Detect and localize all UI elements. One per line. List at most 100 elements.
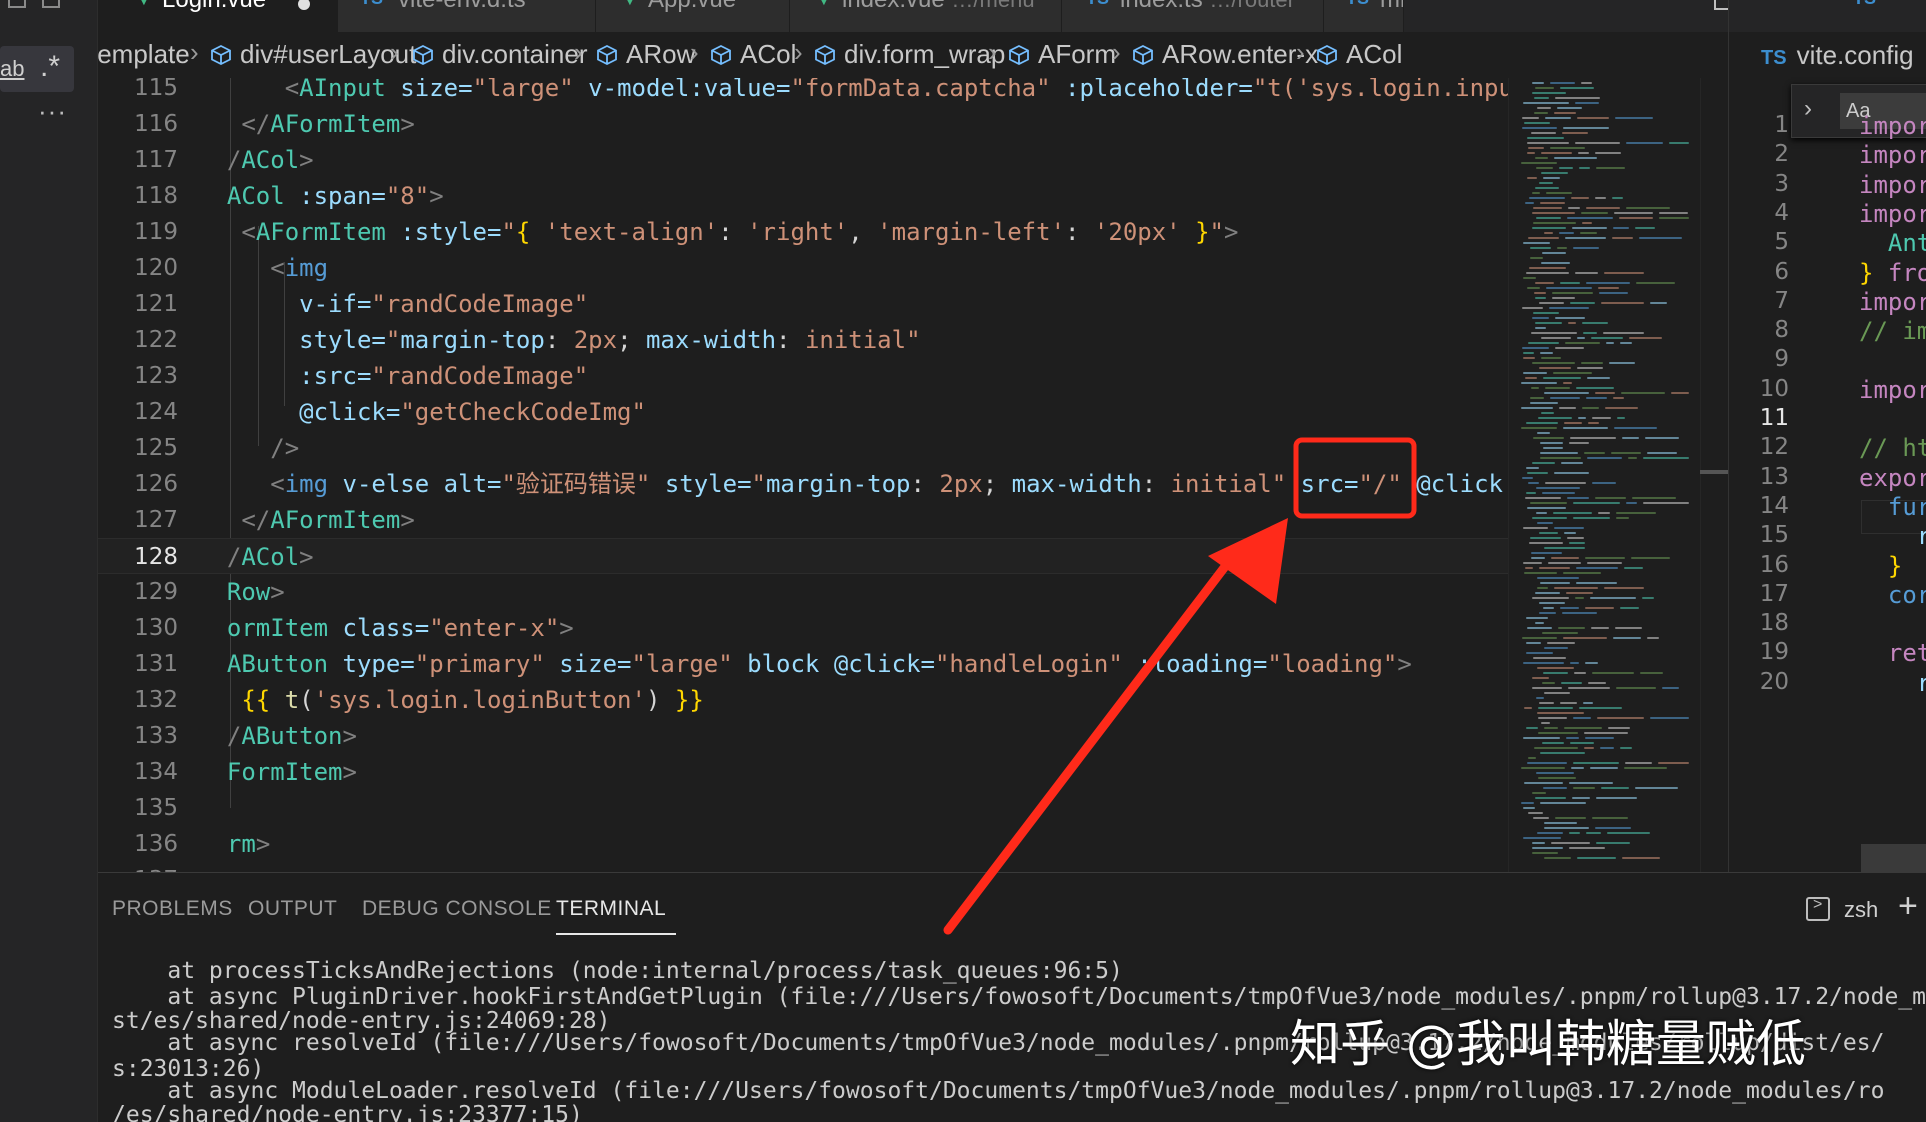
minimap[interactable] xyxy=(1508,78,1700,872)
line-number[interactable]: 122 xyxy=(98,322,178,358)
code-line[interactable]: 118 ACol :span="8"> xyxy=(98,178,1508,214)
split-icon[interactable] xyxy=(8,0,26,8)
tab-output[interactable]: OUTPUT xyxy=(248,897,337,921)
horizontal-scrollbar[interactable] xyxy=(1861,844,1926,872)
line-number[interactable]: 125 xyxy=(98,430,178,466)
code-line[interactable]: 127 </AFormItem> xyxy=(98,502,1508,538)
ts-file-icon[interactable]: TS xyxy=(1853,0,1876,9)
line-number[interactable]: 18 xyxy=(1729,610,1789,636)
line-number[interactable]: 12 xyxy=(1729,434,1789,460)
line-number[interactable]: 134 xyxy=(98,754,178,790)
line-number[interactable]: 8 xyxy=(1729,317,1789,343)
code-line[interactable]: 121 v-if="randCodeImage" xyxy=(98,286,1508,322)
code-line[interactable]: 133 /AButton> xyxy=(98,718,1508,754)
code-line[interactable]: 123 :src="randCodeImage" xyxy=(98,358,1508,394)
line-number[interactable]: 118 xyxy=(98,178,178,214)
code-line[interactable]: 135 xyxy=(98,790,1508,826)
breadcrumb-aform[interactable]: AForm xyxy=(1008,39,1116,70)
code-line[interactable]: 134 FormItem> xyxy=(98,754,1508,790)
regex-toggle[interactable]: ab .* xyxy=(0,46,74,92)
line-number[interactable]: 129 xyxy=(98,574,178,610)
tab-problems[interactable]: PROBLEMS xyxy=(112,897,233,921)
breadcrumb-userlayout[interactable]: div#userLayout xyxy=(210,39,416,70)
line-number[interactable]: 16 xyxy=(1729,552,1789,578)
tab-terminal[interactable]: TERMINAL xyxy=(556,897,666,921)
tab-vite-env[interactable]: TS vite-env.d.ts xyxy=(338,0,596,32)
code-line[interactable]: 124 @click="getCheckCodeImg" xyxy=(98,394,1508,430)
tab-app-vue[interactable]: ▼ App.vue xyxy=(596,0,790,32)
breadcrumb-arow[interactable]: ARow xyxy=(596,39,695,70)
line-number[interactable]: 14 xyxy=(1729,493,1789,519)
line-number[interactable]: 126 xyxy=(98,466,178,502)
code-line[interactable]: 132 {{ t('sys.login.loginButton') }} xyxy=(98,682,1508,718)
line-number[interactable]: 115 xyxy=(98,78,178,106)
code-editor[interactable]: 115 <AInput size="large" v-model:value="… xyxy=(98,78,1508,872)
line-number[interactable]: 130 xyxy=(98,610,178,646)
breadcrumb-acol[interactable]: ACol xyxy=(710,39,796,70)
right-editor-group[interactable]: TS TSvite.config › 1impor2impor3impor4im… xyxy=(1728,0,1926,872)
shell-name[interactable]: zsh xyxy=(1844,897,1878,923)
line-number[interactable]: 17 xyxy=(1729,581,1789,607)
code-line[interactable]: 125 /> xyxy=(98,430,1508,466)
breadcrumb-arow-enter[interactable]: ARow.enter-x xyxy=(1132,39,1318,70)
line-number[interactable]: 13 xyxy=(1729,464,1789,490)
breadcrumb-container[interactable]: div.container xyxy=(412,39,588,70)
tab-debug-console[interactable]: DEBUG CONSOLE xyxy=(362,897,552,921)
code-line[interactable]: 126 <img v-else alt="验证码错误" style="margi… xyxy=(98,466,1508,502)
right-breadcrumb[interactable]: TS vite.config xyxy=(1761,40,1914,71)
line-number[interactable]: 2 xyxy=(1729,141,1789,167)
line-number[interactable]: 7 xyxy=(1729,288,1789,314)
add-terminal-icon[interactable]: + xyxy=(1898,887,1918,926)
line-number[interactable]: 137 xyxy=(98,862,178,872)
line-number[interactable]: 1 xyxy=(1729,112,1789,138)
line-number[interactable]: 4 xyxy=(1729,200,1789,226)
code-line[interactable]: 129 Row> xyxy=(98,574,1508,610)
unsaved-dot-icon[interactable] xyxy=(298,0,310,10)
line-number[interactable]: 136 xyxy=(98,826,178,862)
code-line[interactable]: 119 <AFormItem :style="{ 'text-align': '… xyxy=(98,214,1508,250)
line-number[interactable]: 127 xyxy=(98,502,178,538)
code-line[interactable]: 137 xyxy=(98,862,1508,872)
breadcrumb-template[interactable]: template xyxy=(98,39,190,70)
editor-scrollbar[interactable] xyxy=(1700,78,1728,872)
tab-index-vue[interactable]: ▼ index.vue …/menu xyxy=(790,0,1062,32)
line-number[interactable]: 11 xyxy=(1729,405,1789,431)
code-line[interactable]: 20 r xyxy=(1729,669,1926,705)
line-number[interactable]: 10 xyxy=(1729,376,1789,402)
terminal-icon[interactable] xyxy=(1806,896,1830,921)
line-number[interactable]: 15 xyxy=(1729,522,1789,548)
code-line[interactable]: 131 AButton type="primary" size="large" … xyxy=(98,646,1508,682)
code-line[interactable]: 130 ormItem class="enter-x"> xyxy=(98,610,1508,646)
code-line[interactable]: 136 rm> xyxy=(98,826,1508,862)
line-number[interactable]: 119 xyxy=(98,214,178,250)
breadcrumb-acol-2[interactable]: ACol xyxy=(1316,39,1402,70)
code-line[interactable]: 116 </AFormItem> xyxy=(98,106,1508,142)
line-number[interactable]: 117 xyxy=(98,142,178,178)
line-number[interactable]: 133 xyxy=(98,718,178,754)
line-number[interactable]: 3 xyxy=(1729,171,1789,197)
window-icon[interactable] xyxy=(42,0,60,8)
tab-login-vue[interactable]: ▼ Login.vue xyxy=(98,0,338,32)
code-line[interactable]: 128 /ACol> xyxy=(98,538,1508,574)
tab-mi[interactable]: TS mi xyxy=(1324,0,1404,32)
code-line[interactable]: 122 style="margin-top: 2px; max-width: i… xyxy=(98,322,1508,358)
code-line[interactable]: 120 <img xyxy=(98,250,1508,286)
line-number[interactable]: 20 xyxy=(1729,669,1789,695)
line-number[interactable]: 123 xyxy=(98,358,178,394)
line-number[interactable]: 6 xyxy=(1729,259,1789,285)
line-number[interactable]: 116 xyxy=(98,106,178,142)
line-number[interactable]: 120 xyxy=(98,250,178,286)
line-number[interactable]: 121 xyxy=(98,286,178,322)
split-editor-icon[interactable] xyxy=(1714,0,1728,10)
line-number[interactable]: 132 xyxy=(98,682,178,718)
line-number[interactable]: 128 xyxy=(98,539,178,575)
code-line[interactable]: 115 <AInput size="large" v-model:value="… xyxy=(98,78,1508,106)
line-number[interactable]: 131 xyxy=(98,646,178,682)
code-line[interactable]: 117 /ACol> xyxy=(98,142,1508,178)
line-number[interactable]: 9 xyxy=(1729,346,1789,372)
breadcrumb-form-wrap[interactable]: div.form_wrap xyxy=(814,39,1005,70)
more-icon[interactable]: ··· xyxy=(38,96,67,127)
line-number[interactable]: 19 xyxy=(1729,639,1789,665)
line-number[interactable]: 124 xyxy=(98,394,178,430)
line-number[interactable]: 135 xyxy=(98,790,178,826)
